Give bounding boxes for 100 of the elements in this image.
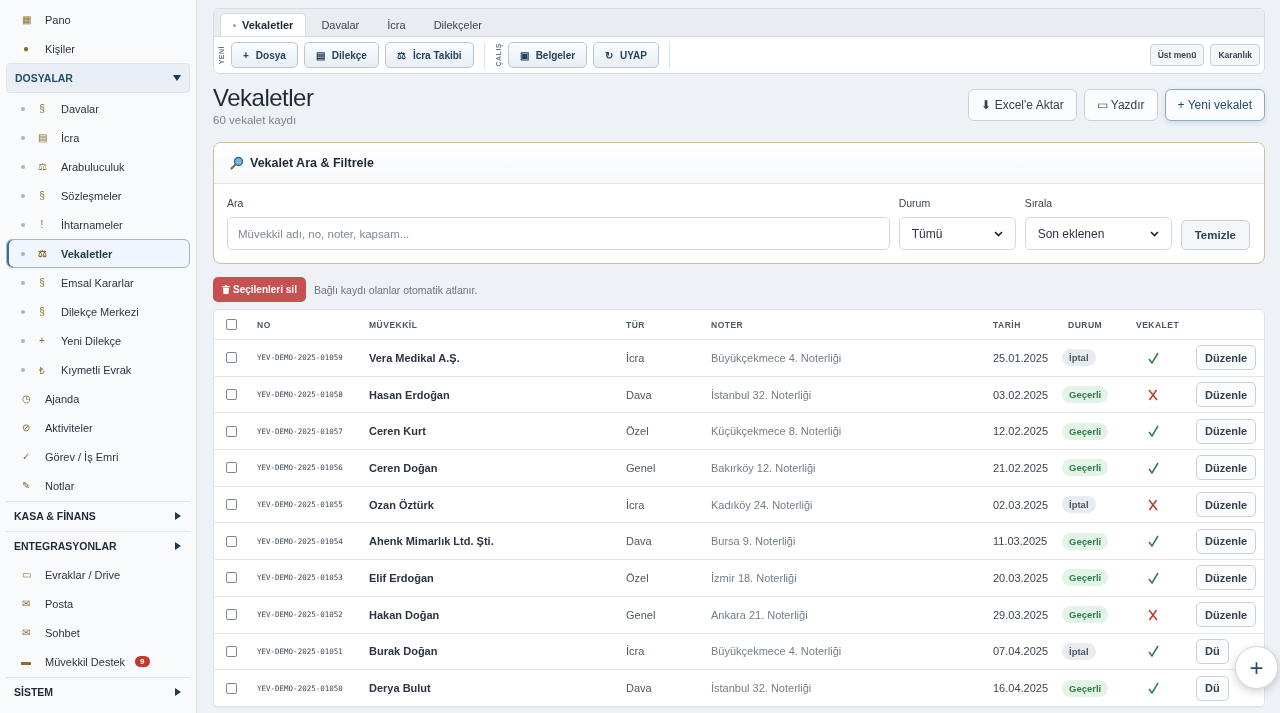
action-button[interactable]: ▭ Yazdır	[1083, 89, 1158, 121]
caret-icon	[174, 542, 182, 550]
tab[interactable]: Davalar	[308, 13, 373, 36]
sidebar-item[interactable]: ✓ Görev / İş Emri	[6, 442, 190, 471]
sidebar-item[interactable]: ⚖ Arabuluculuk	[6, 152, 190, 181]
row-checkbox[interactable]	[226, 499, 237, 511]
sidebar-item[interactable]: ▦ Pano	[6, 5, 190, 34]
row-checkbox[interactable]	[226, 609, 237, 621]
sidebar-item-label: Yeni Dilekçe	[61, 334, 122, 347]
nav-icon: ✓	[19, 451, 33, 462]
tab[interactable]: Dilekçeler	[420, 13, 495, 36]
sidebar-item[interactable]: § Emsal Kararlar	[6, 268, 190, 297]
tab[interactable]: İcra	[374, 13, 419, 36]
sidebar-item[interactable]: ▭ Evraklar / Drive	[6, 560, 190, 589]
sidebar-item[interactable]: ● Kişiler	[6, 34, 190, 63]
table-cell-text: Genel	[625, 461, 657, 474]
status-pill: Geçerli	[1062, 386, 1109, 404]
toolbar-button[interactable]: + Dosya	[231, 42, 298, 68]
toolbar-button[interactable]: ▣ Belgeler	[507, 42, 588, 68]
sidebar-item[interactable]: ! İhtarnameler	[6, 210, 190, 239]
delete-selected-button[interactable]: Seçilenleri sil	[213, 277, 306, 302]
sidebar-item[interactable]: § Dilekçe Merkezi	[6, 297, 190, 326]
nav-icon: §	[35, 190, 49, 201]
section-title: ENTEGRASYONLAR	[14, 540, 117, 552]
toolbar-button[interactable]: ⚖ İcra Takibi	[384, 42, 474, 68]
sidebar-item[interactable]: ▬ Müvekkil Destek 9	[6, 647, 190, 676]
hint-text: Bağlı kaydı olanlar otomatik atlanır.	[313, 283, 478, 296]
sidebar-item[interactable]: § Davalar	[6, 94, 190, 123]
sort-dropdown[interactable]: Son eklenen	[1024, 217, 1172, 250]
action-button[interactable]: ⬇ Excel'e Aktar	[968, 89, 1077, 121]
action-button[interactable]: + Yeni vekalet	[1164, 89, 1265, 121]
field-label: Sırala	[1024, 197, 1054, 209]
row-checkbox[interactable]	[226, 352, 237, 364]
edit-button[interactable]: Dü	[1196, 638, 1229, 664]
sidebar-item[interactable]: ✉ Sohbet	[6, 618, 190, 647]
table-cell-text: 25.01.2025	[992, 351, 1050, 364]
table-cell-text: 11.03.2025	[992, 535, 1049, 548]
select-all-checkbox[interactable]	[226, 319, 237, 330]
caret-icon	[174, 512, 182, 520]
sidebar-item[interactable]: ✎ Notlar	[6, 471, 190, 500]
row-checkbox[interactable]	[226, 645, 237, 657]
sidebar-item[interactable]: ⊘ Aktiviteler	[6, 413, 190, 442]
sidebar-item-label: Sohbet	[45, 626, 80, 639]
caret-icon	[174, 688, 182, 696]
edit-button[interactable]: Düzenle	[1196, 565, 1257, 591]
sidebar-item[interactable]: ✉ Posta	[6, 589, 190, 618]
sidebar-section[interactable]: ENTEGRASYONLAR	[6, 531, 190, 560]
nav-icon: ▬	[19, 656, 33, 667]
edit-button[interactable]: Dü	[1196, 675, 1229, 701]
sidebar-section[interactable]: KASA & FİNANS	[6, 501, 190, 530]
status-pill: İptal	[1062, 642, 1096, 660]
edit-button[interactable]: Düzenle	[1196, 492, 1257, 518]
row-checkbox[interactable]	[226, 535, 237, 547]
page-title: Vekaletler	[213, 84, 314, 112]
nav-icon: ▤	[35, 132, 49, 143]
card-title: Vekalet Ara & Filtrele	[250, 156, 374, 170]
clear-button[interactable]: Temizle	[1180, 220, 1250, 250]
column-header: VEKALET	[1135, 319, 1181, 330]
table-cell-text: Büyükçekmece 4. Noterliği	[710, 351, 843, 364]
sidebar-item[interactable]: + Yeni Dilekçe	[6, 326, 190, 355]
sidebar-item[interactable]: § Sözleşmeler	[6, 181, 190, 210]
chevron-icon	[1149, 230, 1159, 237]
toolbar-button[interactable]: Karanlık	[1210, 44, 1260, 66]
table-cell-text: Küçükçekmece 8. Noterliği	[710, 425, 843, 438]
sidebar-item-label: Görev / İş Emri	[45, 450, 119, 463]
record-count: 60 vekalet kaydı	[213, 114, 298, 126]
row-checkbox[interactable]	[226, 572, 237, 584]
edit-button[interactable]: Düzenle	[1196, 602, 1257, 628]
column-header: TÜR	[625, 319, 646, 330]
sidebar-item[interactable]: ◷ Ajanda	[6, 384, 190, 413]
status-pill: Geçerli	[1062, 459, 1109, 477]
table-cell-text: 12.02.2025	[992, 425, 1050, 438]
sidebar-section[interactable]: DOSYALAR	[6, 63, 190, 93]
nav-icon: ▭	[19, 569, 33, 580]
row-checkbox[interactable]	[226, 682, 237, 694]
toolbar-button[interactable]: ▤ Dilekçe	[303, 42, 379, 68]
nav-icon: ◷	[19, 393, 33, 404]
sidebar-section[interactable]: SİSTEM	[6, 677, 190, 706]
nav-icon: +	[35, 335, 49, 346]
edit-button[interactable]: Düzenle	[1196, 345, 1257, 371]
edit-button[interactable]: Düzenle	[1196, 528, 1257, 554]
row-checkbox[interactable]	[226, 389, 237, 401]
sidebar-item[interactable]: ₺ Kıymetli Evrak	[6, 355, 190, 384]
sidebar-item[interactable]: ⚖ Vekaletler	[6, 239, 190, 268]
sidebar-item-label: Davalar	[61, 102, 99, 115]
tab[interactable]: Vekaletler	[220, 13, 307, 36]
row-checkbox[interactable]	[226, 425, 237, 437]
toolbar-button[interactable]: Üst menü	[1149, 44, 1205, 66]
sidebar-item[interactable]: ▤ İcra	[6, 123, 190, 152]
edit-button[interactable]: Düzenle	[1196, 455, 1257, 481]
status-pill: Geçerli	[1062, 606, 1109, 624]
edit-button[interactable]: Düzenle	[1196, 418, 1257, 444]
edit-button[interactable]: Düzenle	[1196, 382, 1257, 408]
field-label: Ara	[227, 197, 245, 209]
table-cell-text: Ahenk Mimarlık Ltd. Şti.	[368, 535, 495, 548]
toolbar-button[interactable]: ↻ UYAP	[593, 42, 659, 68]
search-field[interactable]: Müvekkil adı, no, noter, kapsam...	[227, 217, 890, 250]
status-dropdown[interactable]: Tümü	[898, 217, 1016, 250]
nav-icon: ⚖	[35, 248, 49, 259]
row-checkbox[interactable]	[226, 462, 237, 474]
